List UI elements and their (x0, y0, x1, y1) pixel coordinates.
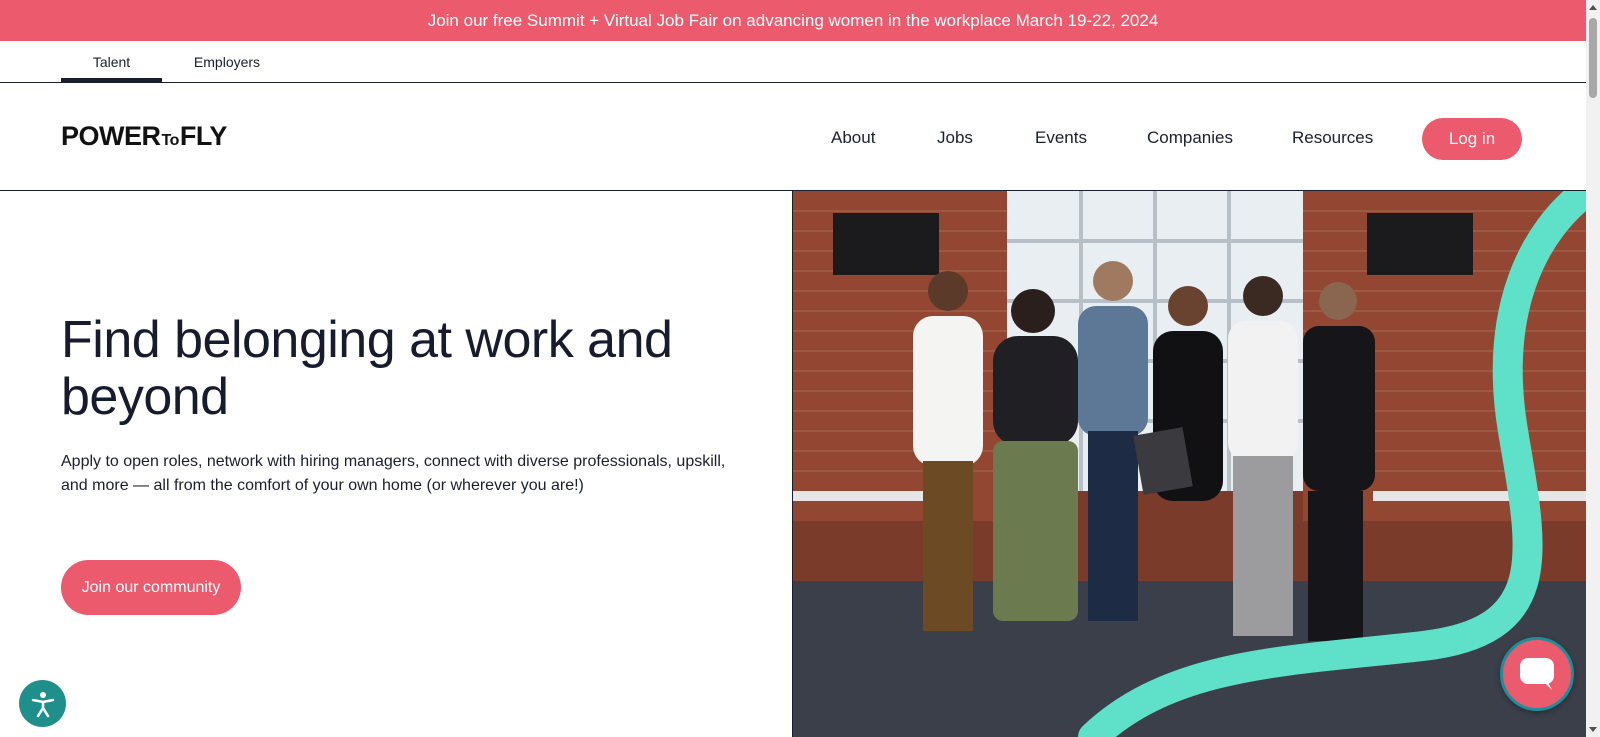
tab-talent[interactable]: Talent (61, 41, 162, 82)
hero-title: Find belonging at work and beyond (61, 311, 673, 426)
logo-part-to: To (161, 132, 180, 149)
logo-part-power: POWER (61, 121, 161, 151)
site-header: POWER To FLY About Jobs Events Companies… (0, 83, 1586, 191)
scroll-up-arrow-icon[interactable] (1589, 5, 1597, 10)
promo-banner[interactable]: Join our free Summit + Virtual Job Fair … (0, 0, 1586, 41)
hero-photo (792, 191, 1586, 737)
scroll-down-arrow-icon[interactable] (1589, 727, 1597, 732)
hero-photo-illustration (793, 191, 1586, 737)
chat-button[interactable] (1500, 637, 1574, 711)
powertofly-logo[interactable]: POWER To FLY (61, 121, 227, 152)
nav-jobs[interactable]: Jobs (937, 128, 973, 148)
logo-part-fly: FLY (179, 121, 228, 151)
scroll-thumb[interactable] (1589, 18, 1597, 98)
tab-employers[interactable]: Employers (162, 41, 292, 82)
join-community-button[interactable]: Join our community (61, 560, 241, 615)
promo-banner-text[interactable]: Join our free Summit + Virtual Job Fair … (428, 11, 1159, 31)
page-scrollbar[interactable] (1586, 0, 1600, 737)
nav-about[interactable]: About (831, 128, 875, 148)
accessibility-button[interactable] (19, 680, 66, 727)
audience-tabs: Talent Employers (0, 41, 1586, 83)
hero-subtitle: Apply to open roles, network with hiring… (61, 453, 726, 494)
chat-icon (1520, 658, 1554, 690)
nav-companies[interactable]: Companies (1147, 128, 1233, 148)
accessibility-icon (31, 691, 54, 717)
login-button[interactable]: Log in (1422, 118, 1522, 160)
nav-resources[interactable]: Resources (1292, 128, 1373, 148)
nav-events[interactable]: Events (1035, 128, 1087, 148)
